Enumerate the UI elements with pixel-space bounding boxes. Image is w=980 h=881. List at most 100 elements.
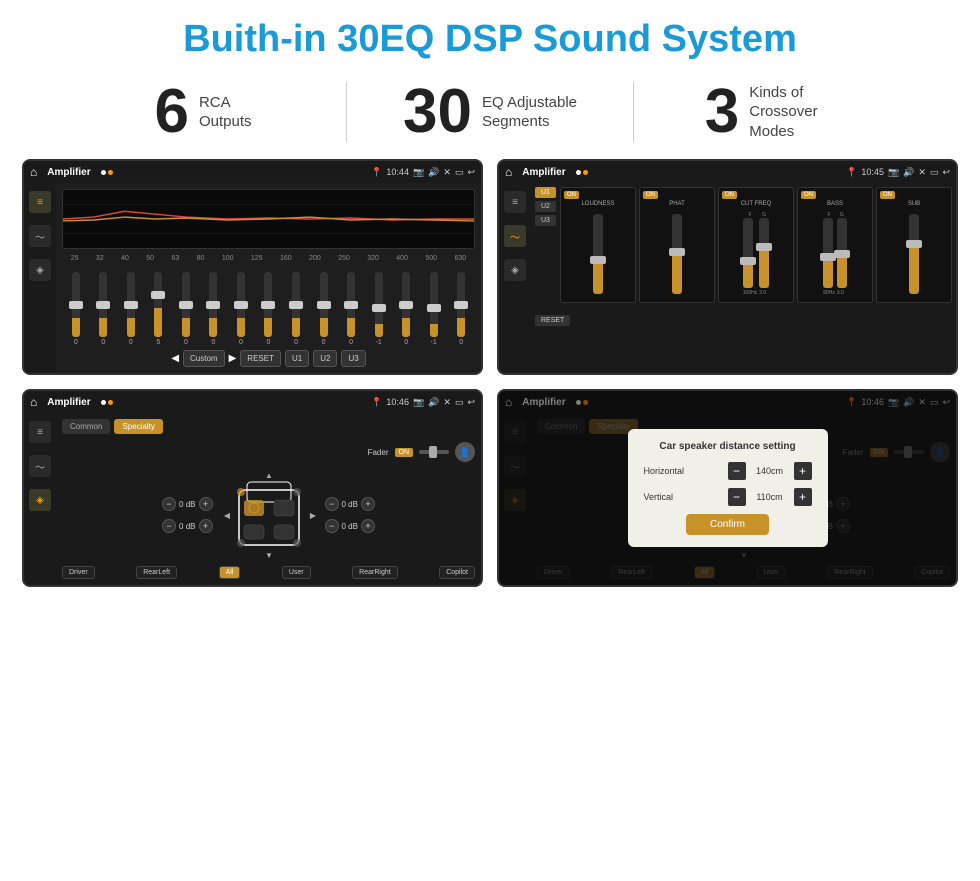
wave-icon-2[interactable]: 〜: [504, 225, 526, 247]
play-button[interactable]: ▶: [229, 353, 237, 364]
horizontal-value: 140cm: [750, 466, 790, 476]
confirm-button[interactable]: Confirm: [686, 514, 769, 535]
stat-eq-number: 30: [403, 81, 472, 143]
u1-preset[interactable]: U1: [535, 187, 556, 198]
slider-12: -1: [375, 272, 383, 346]
speaker-icon-3[interactable]: ◈: [29, 489, 51, 511]
u2-button[interactable]: U2: [313, 350, 337, 367]
u2-preset[interactable]: U2: [535, 201, 556, 212]
slider-track-1[interactable]: [72, 272, 80, 337]
svg-text:◀: ◀: [223, 511, 230, 520]
wave-icon[interactable]: 〜: [29, 225, 51, 247]
slider-6: 0: [209, 272, 217, 346]
back-icon-3[interactable]: ↩: [467, 397, 475, 408]
vertical-plus[interactable]: +: [794, 488, 812, 506]
vertical-label: Vertical: [644, 492, 674, 502]
screen2-body: ≡ 〜 ◈ U1 U2 U3: [499, 183, 956, 331]
vol-val-2: 0 dB: [179, 522, 195, 531]
speaker-position-buttons: Driver RearLeft All User RearRight Copil…: [62, 566, 475, 579]
slider-11: 0: [347, 272, 355, 346]
stat-crossover-text: Kinds ofCrossover Modes: [749, 83, 849, 142]
vol-minus-2[interactable]: −: [162, 519, 176, 533]
driver-btn[interactable]: Driver: [62, 566, 95, 579]
camera-icon-3: 📷: [413, 397, 424, 408]
vertical-minus[interactable]: −: [728, 488, 746, 506]
slider-9: 0: [292, 272, 300, 346]
speaker-icon[interactable]: ◈: [29, 259, 51, 281]
vertical-row: Vertical − 110cm +: [644, 488, 812, 506]
horizontal-plus[interactable]: +: [794, 462, 812, 480]
speaker-icon-2[interactable]: ◈: [504, 259, 526, 281]
vertical-control: − 110cm +: [728, 488, 812, 506]
custom-preset-label: Custom: [183, 350, 225, 367]
vol-val-4: 0 dB: [342, 522, 358, 531]
volume-icon-2: 🔊: [903, 167, 914, 178]
rearleft-btn[interactable]: RearLeft: [136, 566, 177, 579]
sub-on: ON: [880, 191, 895, 199]
horizontal-minus[interactable]: −: [728, 462, 746, 480]
freq-80: 80: [197, 255, 205, 262]
vol-plus-3[interactable]: +: [361, 497, 375, 511]
rearright-btn[interactable]: RearRight: [352, 566, 398, 579]
slider-8: 0: [264, 272, 272, 346]
home-icon-2[interactable]: ⌂: [505, 165, 512, 179]
vol-minus-1[interactable]: −: [162, 497, 176, 511]
left-vol-col: − 0 dB + − 0 dB +: [162, 497, 212, 533]
copilot-btn[interactable]: Copilot: [439, 566, 475, 579]
eq-icon[interactable]: ≡: [29, 191, 51, 213]
vol-minus-4[interactable]: −: [325, 519, 339, 533]
phat-col: ON PHAT: [639, 187, 715, 303]
u3-button[interactable]: U3: [341, 350, 365, 367]
freq-63: 63: [171, 255, 179, 262]
cutfreq-on: ON: [722, 191, 737, 199]
screenshots-grid: ⌂ Amplifier 📍 10:44 📷 🔊 ✕ ▭ ↩ ≡ 〜 ◈: [0, 159, 980, 597]
eq-icon-3[interactable]: ≡: [29, 421, 51, 443]
specialty-tab[interactable]: Specialty: [114, 419, 162, 434]
slider-10: 0: [320, 272, 328, 346]
slider-thumb-1[interactable]: [69, 301, 83, 309]
freq-125: 125: [251, 255, 263, 262]
vol-plus-1[interactable]: +: [199, 497, 213, 511]
dot5: [101, 400, 106, 405]
status-indicators-3: [101, 400, 113, 405]
reset-button[interactable]: RESET: [240, 350, 281, 367]
freq-50: 50: [146, 255, 154, 262]
screen4-distance: ⌂ Amplifier 📍 10:46 📷 🔊 ✕ ▭ ↩ ≡ 〜 ◈: [497, 389, 958, 587]
common-tab[interactable]: Common: [62, 419, 110, 434]
all-btn[interactable]: All: [219, 566, 241, 579]
dot3: [576, 170, 581, 175]
sub-label: SUB: [880, 201, 948, 207]
close-icon-2[interactable]: ✕: [918, 167, 926, 178]
back-icon-2[interactable]: ↩: [942, 167, 950, 178]
screen2-side-icons: ≡ 〜 ◈: [499, 183, 531, 331]
camera-icon: 📷: [413, 167, 424, 178]
profile-icon[interactable]: 👤: [455, 442, 475, 462]
eq-sliders: 0 0 0 5 0: [62, 266, 475, 346]
u1-button[interactable]: U1: [285, 350, 309, 367]
stat-eq: 30 EQ AdjustableSegments: [347, 81, 633, 143]
screen2-crossover: ⌂ Amplifier 📍 10:45 📷 🔊 ✕ ▭ ↩ ≡ 〜 ◈: [497, 159, 958, 375]
prev-button[interactable]: ◀: [171, 353, 179, 364]
wave-icon-3[interactable]: 〜: [29, 455, 51, 477]
crossover-reset-button[interactable]: RESET: [535, 315, 570, 326]
home-icon-3[interactable]: ⌂: [30, 395, 37, 409]
phat-slider: [643, 209, 711, 299]
back-icon[interactable]: ↩: [467, 167, 475, 178]
user-btn[interactable]: User: [282, 566, 311, 579]
svg-text:▼: ▼: [265, 551, 273, 560]
eq-icon-2[interactable]: ≡: [504, 191, 526, 213]
freq-100: 100: [222, 255, 234, 262]
fader-slider[interactable]: [419, 450, 449, 454]
close-icon[interactable]: ✕: [443, 167, 451, 178]
freq-25: 25: [71, 255, 79, 262]
vol-minus-3[interactable]: −: [325, 497, 339, 511]
cutfreq-label: CUT FREQ: [722, 201, 790, 207]
home-icon[interactable]: ⌂: [30, 165, 37, 179]
dot1: [101, 170, 106, 175]
vol-plus-4[interactable]: +: [361, 519, 375, 533]
horizontal-row: Horizontal − 140cm +: [644, 462, 812, 480]
loudness-on: ON: [564, 191, 579, 199]
vol-plus-2[interactable]: +: [199, 519, 213, 533]
close-icon-3[interactable]: ✕: [443, 397, 451, 408]
u3-preset[interactable]: U3: [535, 215, 556, 226]
